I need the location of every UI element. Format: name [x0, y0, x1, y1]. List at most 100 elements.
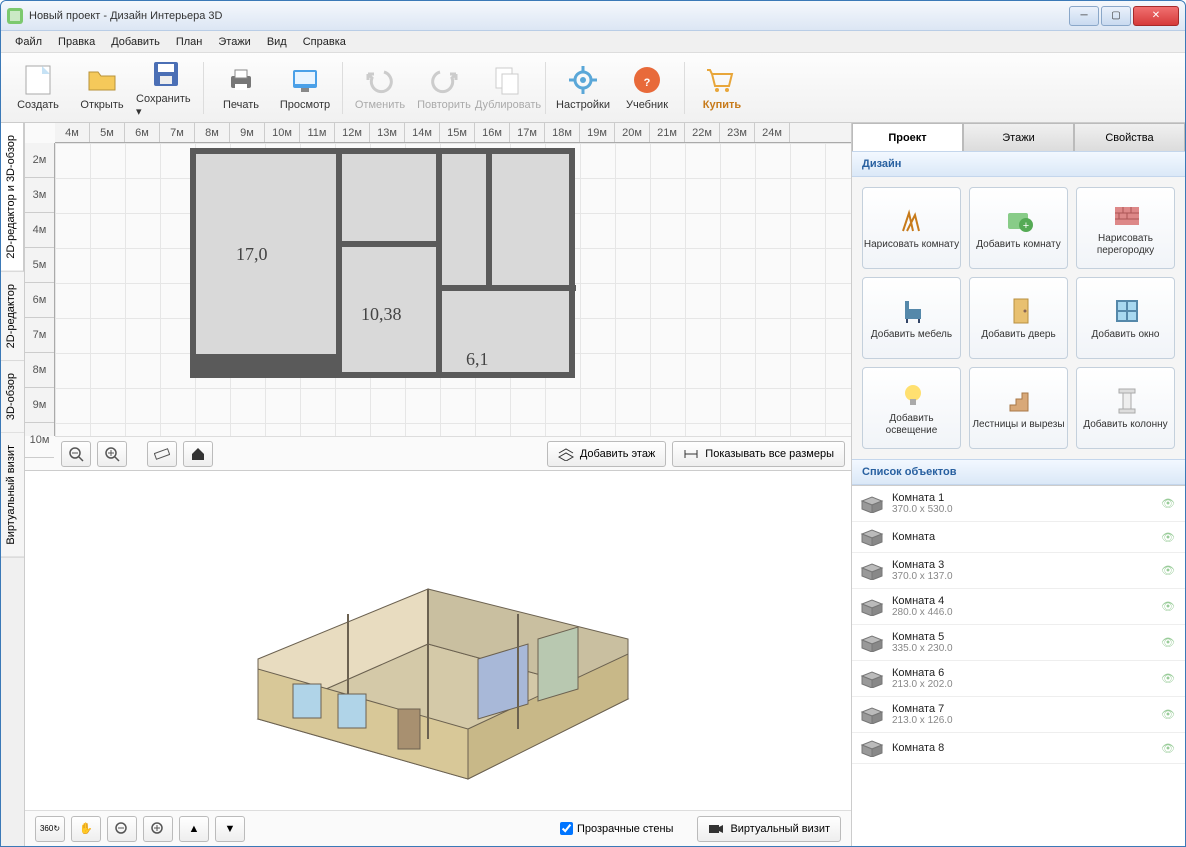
- preview-button[interactable]: Просмотр: [274, 57, 336, 119]
- right-panel: ПроектЭтажиСвойства Дизайн Нарисовать ко…: [851, 123, 1185, 846]
- model-3d[interactable]: [198, 519, 678, 799]
- rotate-360-button[interactable]: 360↻: [35, 816, 65, 842]
- draw-room-button[interactable]: Нарисовать комнату: [862, 187, 961, 269]
- zoom-in-button[interactable]: [97, 441, 127, 467]
- maximize-button[interactable]: ▢: [1101, 6, 1131, 26]
- main-toolbar: СоздатьОткрытьСохранить ▾ПечатьПросмотрО…: [1, 53, 1185, 123]
- visibility-icon[interactable]: 👁: [1161, 531, 1177, 544]
- visibility-icon[interactable]: 👁: [1161, 636, 1177, 649]
- zoom-out-3d-button[interactable]: [107, 816, 137, 842]
- object-item[interactable]: Комната 4280.0 x 446.0👁: [852, 589, 1185, 625]
- save-button[interactable]: Сохранить ▾: [135, 57, 197, 119]
- menu-План[interactable]: План: [170, 34, 209, 50]
- open-icon: [86, 64, 118, 96]
- svg-text:+: +: [1022, 220, 1028, 232]
- object-item[interactable]: Комната 6213.0 x 202.0👁: [852, 661, 1185, 697]
- box-icon: [860, 706, 884, 724]
- zoom-in-3d-button[interactable]: [143, 816, 173, 842]
- print-icon: [225, 64, 257, 96]
- tab-project[interactable]: Проект: [852, 123, 963, 151]
- close-button[interactable]: ✕: [1133, 6, 1179, 26]
- add-room-button[interactable]: +Добавить комнату: [969, 187, 1068, 269]
- object-item[interactable]: Комната👁: [852, 522, 1185, 553]
- app-window: Новый проект - Дизайн Интерьера 3D ─ ▢ ✕…: [0, 0, 1186, 847]
- view-2d[interactable]: 4м5м6м7м8м9м10м11м12м13м14м15м16м17м18м1…: [25, 123, 851, 471]
- window-icon: [1111, 295, 1141, 325]
- visibility-icon[interactable]: 👁: [1161, 708, 1177, 721]
- pan-button[interactable]: ✋: [71, 816, 101, 842]
- add-light-button[interactable]: Добавить освещение: [862, 367, 961, 449]
- visibility-icon[interactable]: 👁: [1161, 742, 1177, 755]
- side-tab-3d[interactable]: 3D-обзор: [1, 361, 24, 433]
- object-item[interactable]: Комната 1370.0 x 530.0👁: [852, 486, 1185, 522]
- object-list: Комната 1370.0 x 530.0👁Комната👁Комната 3…: [852, 485, 1185, 846]
- draw-partition-button[interactable]: Нарисовать перегородку: [1076, 187, 1175, 269]
- menubar: ФайлПравкаДобавитьПланЭтажи ВидСправка: [1, 31, 1185, 53]
- preview-icon: [289, 64, 321, 96]
- create-button[interactable]: Создать: [7, 57, 69, 119]
- menu-Файл[interactable]: Файл: [9, 34, 48, 50]
- virtual-visit-button[interactable]: Виртуальный визит: [697, 816, 841, 842]
- box-icon: [860, 634, 884, 652]
- plus-icon: +: [1004, 205, 1034, 235]
- chair-icon: [897, 295, 927, 325]
- minimize-button[interactable]: ─: [1069, 6, 1099, 26]
- stairs-button[interactable]: Лестницы и вырезы: [969, 367, 1068, 449]
- home-button[interactable]: [183, 441, 213, 467]
- room-label: 17,0: [236, 244, 268, 265]
- open-button[interactable]: Открыть: [71, 57, 133, 119]
- transparent-walls-checkbox[interactable]: Прозрачные стены: [560, 822, 673, 835]
- bulb-icon: [897, 379, 927, 409]
- door-icon: [1004, 295, 1034, 325]
- visibility-icon[interactable]: 👁: [1161, 497, 1177, 510]
- add-window-button[interactable]: Добавить окно: [1076, 277, 1175, 359]
- window-title: Новый проект - Дизайн Интерьера 3D: [29, 10, 222, 22]
- tab-props[interactable]: Свойства: [1074, 123, 1185, 151]
- undo-icon: [364, 64, 396, 96]
- visibility-icon[interactable]: 👁: [1161, 600, 1177, 613]
- help-icon: ?: [631, 64, 663, 96]
- menu-Добавить[interactable]: Добавить: [105, 34, 166, 50]
- floor-plan[interactable]: 17,0 10,38 6,1: [190, 148, 575, 378]
- tilt-down-button[interactable]: ▼: [215, 816, 245, 842]
- add-furniture-button[interactable]: Добавить мебель: [862, 277, 961, 359]
- tilt-up-button[interactable]: ▲: [179, 816, 209, 842]
- object-item[interactable]: Комната 7213.0 x 126.0👁: [852, 697, 1185, 733]
- visibility-icon[interactable]: 👁: [1161, 564, 1177, 577]
- view3d-toolbar: 360↻ ✋ ▲ ▼ Прозрачные стены Виртуальный …: [25, 810, 851, 846]
- object-item[interactable]: Комната 3370.0 x 137.0👁: [852, 553, 1185, 589]
- menu-Справка[interactable]: Справка: [297, 34, 352, 50]
- canvas-grid[interactable]: 17,0 10,38 6,1: [55, 143, 851, 436]
- side-tab-2d[interactable]: 2D-редактор: [1, 272, 24, 361]
- menu-Правка[interactable]: Правка: [52, 34, 101, 50]
- show-dimensions-button[interactable]: Показывать все размеры: [672, 441, 845, 467]
- help-button[interactable]: ?Учебник: [616, 57, 678, 119]
- settings-button[interactable]: Настройки: [552, 57, 614, 119]
- box-icon: [860, 598, 884, 616]
- object-item[interactable]: Комната 8👁: [852, 733, 1185, 764]
- print-button[interactable]: Печать: [210, 57, 272, 119]
- view-3d[interactable]: 360↻ ✋ ▲ ▼ Прозрачные стены Виртуальный …: [25, 471, 851, 846]
- side-tab-2d3d[interactable]: 2D-редактор и 3D-обзор: [1, 123, 24, 272]
- side-tab-walk[interactable]: Виртуальный визит: [1, 433, 24, 558]
- stairs-icon: [1004, 385, 1034, 415]
- zoom-out-button[interactable]: [61, 441, 91, 467]
- buy-button[interactable]: Купить: [691, 57, 753, 119]
- room-label: 6,1: [466, 349, 489, 370]
- duplicate-button: Дублировать: [477, 57, 539, 119]
- right-panel-tabs: ПроектЭтажиСвойства: [852, 123, 1185, 151]
- duplicate-icon: [492, 64, 524, 96]
- add-floor-button[interactable]: Добавить этаж: [547, 441, 666, 467]
- ruler-button[interactable]: [147, 441, 177, 467]
- object-item[interactable]: Комната 5335.0 x 230.0👁: [852, 625, 1185, 661]
- add-door-button[interactable]: Добавить дверь: [969, 277, 1068, 359]
- tab-floors[interactable]: Этажи: [963, 123, 1074, 151]
- room-label: 10,38: [361, 304, 402, 325]
- redo-icon: [428, 64, 460, 96]
- add-column-button[interactable]: Добавить колонну: [1076, 367, 1175, 449]
- menu-Вид[interactable]: Вид: [261, 34, 293, 50]
- design-section-header: Дизайн: [852, 151, 1185, 177]
- app-icon: [7, 8, 23, 24]
- visibility-icon[interactable]: 👁: [1161, 672, 1177, 685]
- menu-Этажи[interactable]: Этажи: [212, 34, 256, 50]
